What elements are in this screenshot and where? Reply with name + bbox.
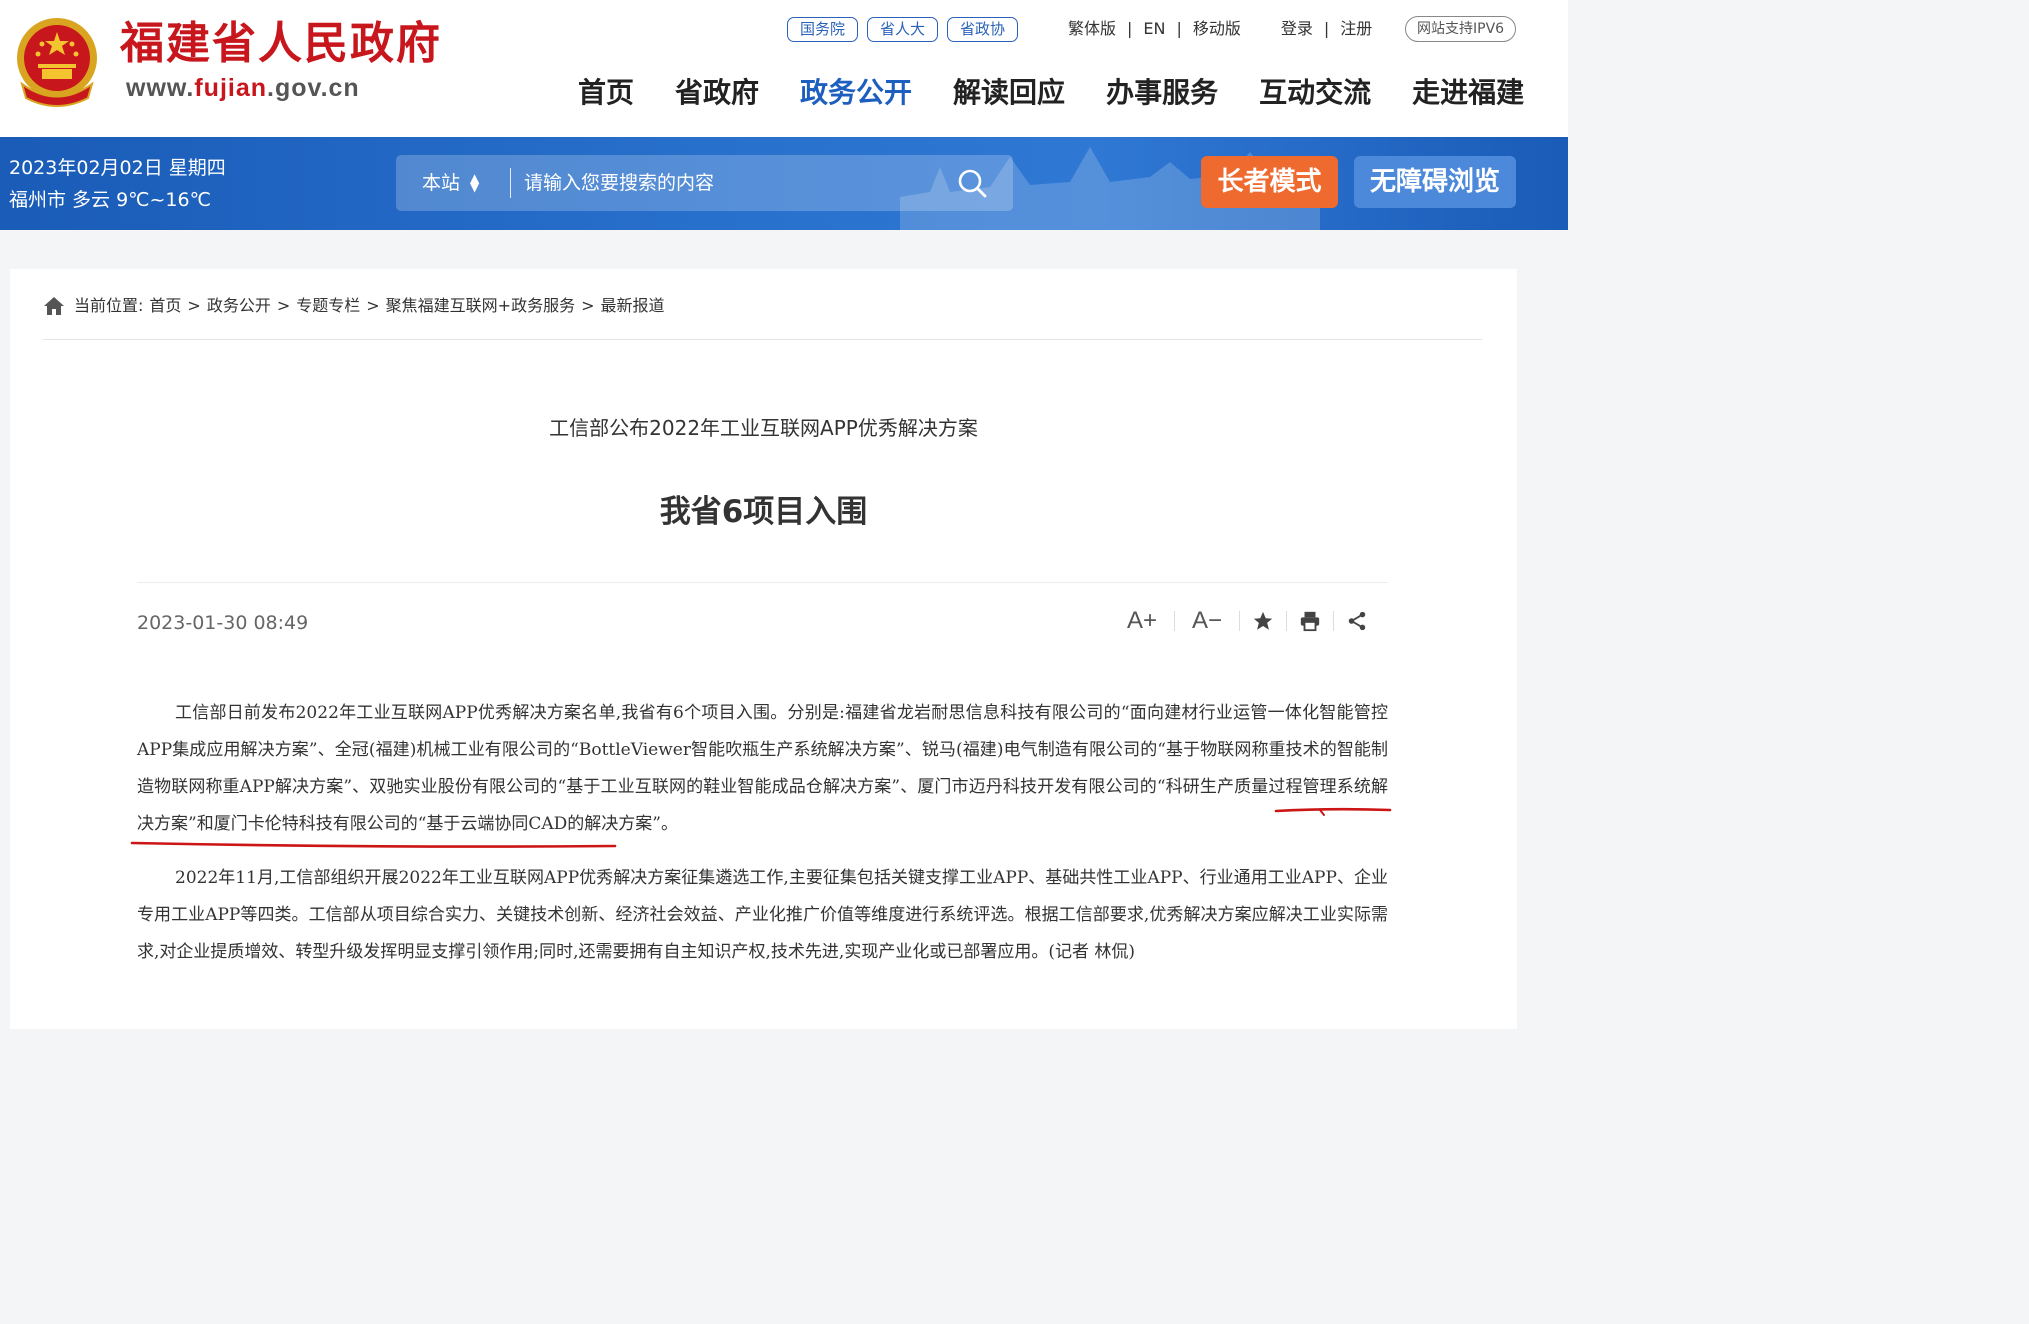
separator: | xyxy=(1176,19,1182,38)
search-divider xyxy=(510,168,511,198)
state-council-link[interactable]: 国务院 xyxy=(787,17,859,42)
site-name[interactable]: 福建省人民政府 xyxy=(120,16,442,72)
english-link[interactable]: EN xyxy=(1143,18,1165,40)
print-button[interactable] xyxy=(1299,610,1321,632)
divider xyxy=(43,339,1482,340)
breadcrumb-special-topics[interactable]: 专题专栏 xyxy=(296,295,360,317)
breadcrumb-label: 当前位置: xyxy=(74,296,144,315)
breadcrumb-government-affairs[interactable]: 政务公开 xyxy=(207,295,271,317)
separator: | xyxy=(1323,19,1330,38)
search-input[interactable] xyxy=(524,165,944,201)
separator: | xyxy=(1127,19,1133,38)
site-url-prefix: www. xyxy=(126,74,195,102)
register-link[interactable]: 注册 xyxy=(1340,18,1372,40)
nav-home[interactable]: 首页 xyxy=(578,74,634,112)
divider xyxy=(137,582,1388,583)
article-title: 我省6项目入围 xyxy=(659,494,868,530)
national-emblem-icon[interactable] xyxy=(12,14,102,108)
weather-info: 福州市 多云 9℃~16℃ xyxy=(9,189,211,211)
provincial-npc-link[interactable]: 省人大 xyxy=(867,17,939,42)
breadcrumb-separator: > xyxy=(581,296,595,315)
breadcrumb-separator: > xyxy=(187,296,201,315)
search-box: 本站 ▲ ▼ xyxy=(396,155,1013,211)
article-body: 工信部日前发布2022年工业互联网APP优秀解决方案名单,我省有6个项目入围。分… xyxy=(137,695,1388,988)
nav-services[interactable]: 办事服务 xyxy=(1106,74,1218,112)
breadcrumb-separator: > xyxy=(276,296,291,315)
current-date: 2023年02月02日 星期四 xyxy=(9,157,226,179)
site-url-suffix: .gov.cn xyxy=(267,74,360,102)
traditional-chinese-link[interactable]: 繁体版 xyxy=(1068,18,1116,40)
breadcrumb-latest-reports[interactable]: 最新报道 xyxy=(601,295,665,317)
star-icon xyxy=(1253,611,1273,630)
sort-arrows-icon: ▲ ▼ xyxy=(470,171,480,194)
gov-links: 国务院 省人大 省政协 xyxy=(787,17,1019,42)
site-url: www.fujian.gov.cn xyxy=(126,74,360,103)
nav-government-affairs[interactable]: 政务公开 xyxy=(800,74,912,112)
accessibility-button[interactable]: 无障碍浏览 xyxy=(1354,156,1516,208)
nav-provincial-government[interactable]: 省政府 xyxy=(675,74,759,112)
main-nav: 首页 省政府 政务公开 解读回应 办事服务 互动交流 走进福建 xyxy=(578,74,1524,112)
site-header: 福建省人民政府 www.fujian.gov.cn 国务院 省人大 省政协 繁体… xyxy=(0,0,1568,137)
article-card: 当前位置: 首页 > 政务公开 > 专题专栏 > 聚焦福建互联网+政务服务 > … xyxy=(10,269,1517,1029)
provincial-cppcc-link[interactable]: 省政协 xyxy=(947,17,1019,42)
share-button[interactable] xyxy=(1346,610,1368,632)
article-tools: A+ A− xyxy=(1122,605,1368,637)
font-decrease-button[interactable]: A− xyxy=(1187,605,1227,637)
article-subtitle: 工信部公布2022年工业互联网APP优秀解决方案 xyxy=(549,416,978,440)
nav-interaction[interactable]: 互动交流 xyxy=(1259,74,1371,112)
search-scope-select[interactable]: 本站 ▲ ▼ xyxy=(422,170,479,196)
breadcrumb-internet-plus[interactable]: 聚焦福建互联网+政务服务 xyxy=(386,295,575,317)
printer-icon xyxy=(1300,611,1320,632)
mobile-link[interactable]: 移动版 xyxy=(1193,18,1241,40)
article-paragraph: 工信部日前发布2022年工业互联网APP优秀解决方案名单,我省有6个项目入围。分… xyxy=(137,703,1388,834)
share-icon xyxy=(1348,611,1366,631)
login-link[interactable]: 登录 xyxy=(1281,18,1313,40)
nav-interpretation[interactable]: 解读回应 xyxy=(953,74,1065,112)
breadcrumb-home[interactable]: 首页 xyxy=(149,295,181,317)
search-icon[interactable] xyxy=(956,167,988,199)
elder-mode-button[interactable]: 长者模式 xyxy=(1201,156,1338,208)
breadcrumb: 当前位置: 首页 > 政务公开 > 专题专栏 > 聚焦福建互联网+政务服务 > … xyxy=(44,295,665,317)
article-paragraph: 2022年11月,工信部组织开展2022年工业互联网APP优秀解决方案征集遴选工… xyxy=(137,868,1388,962)
publish-date: 2023-01-30 08:49 xyxy=(137,612,309,634)
favorite-button[interactable] xyxy=(1252,610,1274,632)
utility-links: 繁体版 | EN | 移动版 登录 | 注册 xyxy=(1068,18,1372,40)
site-url-highlight: fujian xyxy=(194,74,268,102)
search-banner: 2023年02月02日 星期四 福州市 多云 9℃~16℃ 本站 ▲▼ 长者模式… xyxy=(0,137,1568,230)
home-icon xyxy=(44,297,64,315)
ipv6-badge: 网站支持IPV6 xyxy=(1405,16,1517,42)
breadcrumb-separator: > xyxy=(366,296,380,315)
search-scope-label: 本站 xyxy=(422,172,461,194)
font-increase-button[interactable]: A+ xyxy=(1122,605,1162,637)
nav-about-fujian[interactable]: 走进福建 xyxy=(1412,74,1524,112)
